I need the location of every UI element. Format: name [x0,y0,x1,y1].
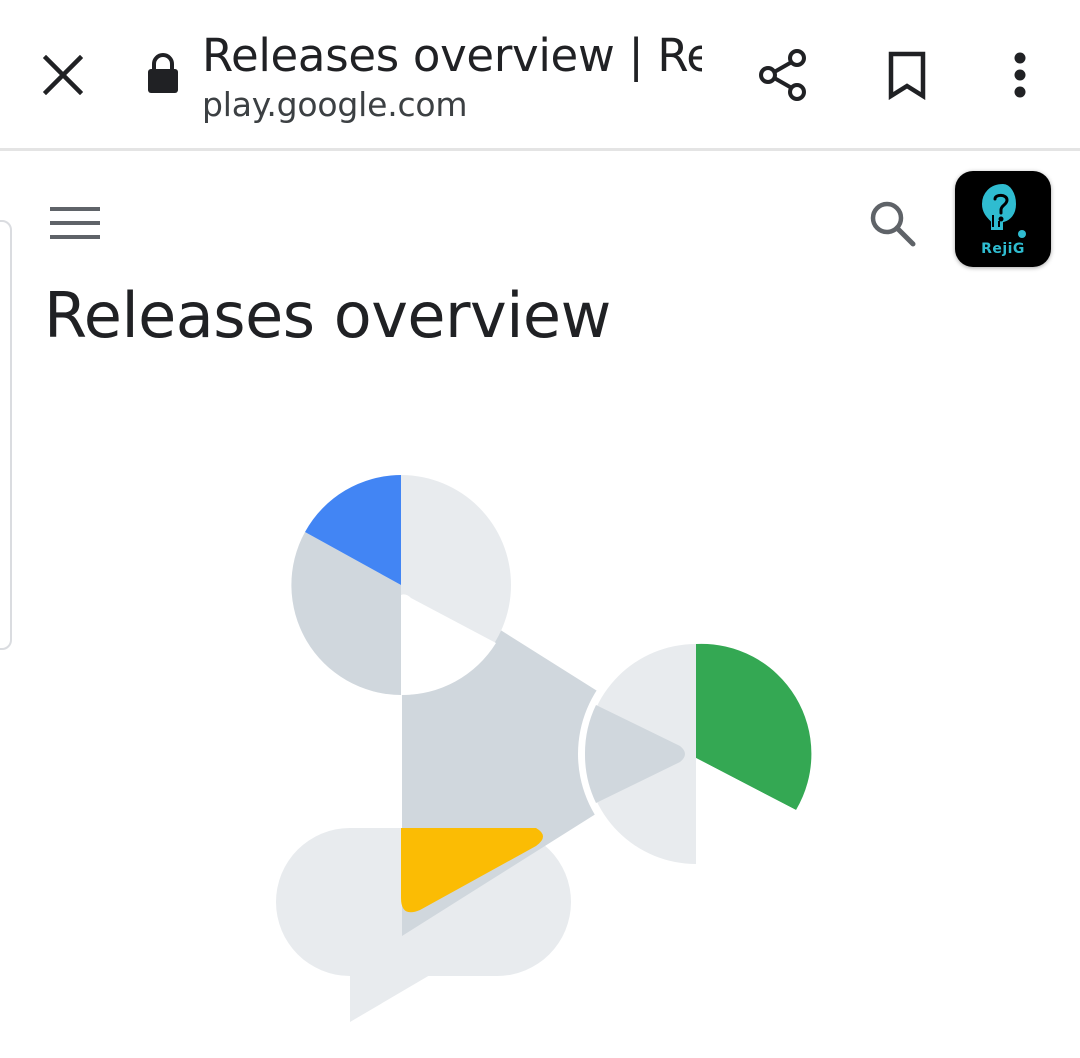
releases-illustration [276,475,814,1022]
top-circle-shape [291,475,511,696]
right-circle-shape [584,643,812,865]
page: Releases overview | Re... play.google.co… [0,0,1080,1058]
